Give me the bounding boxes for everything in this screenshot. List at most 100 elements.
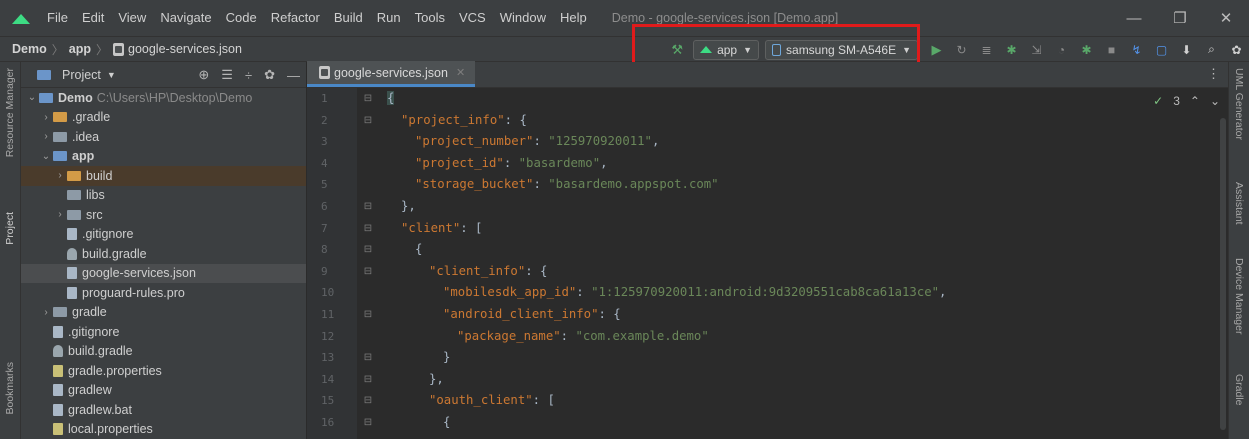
menu-view[interactable]: View: [111, 0, 153, 36]
bookmarks-tab[interactable]: Bookmarks: [4, 362, 16, 415]
text-file-icon: [67, 286, 77, 299]
menu-build[interactable]: Build: [327, 0, 370, 36]
line-number: 13: [321, 351, 335, 365]
uml-generator-tab[interactable]: UML Generator: [1233, 68, 1245, 140]
search-icon[interactable]: ⌕: [1199, 37, 1224, 62]
breadcrumb-module[interactable]: app: [69, 42, 91, 56]
tree-item-app[interactable]: ⌄ app: [21, 147, 306, 167]
tree-item-libs[interactable]: libs: [21, 186, 306, 206]
json-file-icon: [319, 66, 330, 79]
tree-item-gradlew[interactable]: gradlew: [21, 381, 306, 401]
device-manager-icon[interactable]: ▢: [1149, 37, 1174, 62]
line-number: 12: [321, 329, 335, 343]
close-button[interactable]: ✕: [1203, 0, 1249, 36]
locate-file-icon[interactable]: ⊕: [198, 67, 209, 83]
json-file-icon: [67, 267, 77, 280]
fold-marker-icon[interactable]: ⊟: [357, 390, 379, 412]
breadcrumb-project[interactable]: Demo: [12, 42, 47, 56]
tree-item-local-properties[interactable]: local.properties: [21, 420, 306, 439]
project-view-select[interactable]: Project: [62, 68, 101, 82]
settings-gear-icon[interactable]: ✿: [1224, 37, 1249, 62]
tree-item-demo[interactable]: ⌄ Demo C:\Users\HP\Desktop\Demo: [21, 88, 306, 108]
module-folder-icon: [39, 92, 53, 103]
fold-marker-icon[interactable]: ⊟: [357, 88, 379, 110]
sync-gradle-icon[interactable]: ↯: [1124, 37, 1149, 62]
collapse-all-icon[interactable]: ÷: [245, 68, 252, 83]
breadcrumb-file[interactable]: google-services.json: [113, 42, 242, 56]
chevron-down-icon[interactable]: ▼: [107, 70, 116, 80]
line-number: 2: [321, 113, 328, 127]
json-value: "com.example.demo": [575, 328, 709, 343]
code-punct: : [: [460, 220, 483, 235]
fold-marker-icon[interactable]: ⊟: [357, 261, 379, 283]
menu-tools[interactable]: Tools: [408, 0, 452, 36]
hide-panel-icon[interactable]: —: [287, 68, 300, 83]
tree-item-gitignore[interactable]: .gitignore: [21, 225, 306, 245]
tree-item-proguard-rules[interactable]: proguard-rules.pro: [21, 283, 306, 303]
stop-icon[interactable]: ■: [1099, 37, 1124, 62]
tree-item-build-gradle-root[interactable]: build.gradle: [21, 342, 306, 362]
attach-profiler-icon[interactable]: ✱: [1074, 37, 1099, 62]
gitignore-file-icon: [67, 228, 77, 241]
device-manager-tab[interactable]: Device Manager: [1233, 258, 1245, 334]
apply-changes-icon[interactable]: ↻: [949, 37, 974, 62]
minimize-button[interactable]: —: [1111, 0, 1157, 36]
fold-marker-icon[interactable]: ⊟: [357, 218, 379, 240]
menu-vcs[interactable]: VCS: [452, 0, 493, 36]
more-tabs-icon[interactable]: ⋮: [1207, 66, 1220, 82]
fold-marker-icon[interactable]: ⊟: [357, 304, 379, 326]
menu-refactor[interactable]: Refactor: [264, 0, 327, 36]
tree-item-label: .gitignore: [82, 227, 134, 242]
tree-item-build-gradle[interactable]: build.gradle: [21, 244, 306, 264]
tree-item-src[interactable]: › src: [21, 205, 306, 225]
fold-marker-icon[interactable]: ⊟: [357, 369, 379, 391]
code-line: {: [387, 412, 1228, 434]
fold-marker-icon[interactable]: ⊟: [357, 110, 379, 132]
left-tool-strip: Resource Manager Project Bookmarks: [0, 62, 21, 439]
restore-button[interactable]: ❐: [1157, 0, 1203, 36]
tree-item-gradle[interactable]: › gradle: [21, 303, 306, 323]
run-icon[interactable]: ▶: [924, 37, 949, 62]
tree-item-gradlew-bat[interactable]: gradlew.bat: [21, 400, 306, 420]
expand-all-icon[interactable]: ☰: [221, 67, 233, 83]
fold-marker-icon[interactable]: ⊟: [357, 239, 379, 261]
tree-item-label: .gitignore: [68, 324, 120, 339]
breadcrumb-file-label: google-services.json: [128, 42, 242, 56]
json-file-icon: [113, 42, 124, 56]
tab-google-services-json[interactable]: google-services.json ✕: [307, 61, 476, 87]
resource-manager-tab[interactable]: Resource Manager: [4, 68, 16, 157]
sdk-manager-icon[interactable]: ⬇: [1174, 37, 1199, 62]
json-key: "package_name": [457, 328, 561, 343]
tree-item-dot-gradle[interactable]: › .gradle: [21, 108, 306, 128]
fold-marker-icon[interactable]: ⊟: [357, 347, 379, 369]
menu-file[interactable]: File: [40, 0, 75, 36]
editor-scrollbar[interactable]: [1220, 118, 1226, 430]
tree-item-google-services-json[interactable]: google-services.json: [21, 263, 306, 283]
menu-run[interactable]: Run: [370, 0, 408, 36]
tree-item-build[interactable]: › build: [21, 166, 306, 186]
tree-item-gradle-properties[interactable]: gradle.properties: [21, 361, 306, 381]
menu-help[interactable]: Help: [553, 0, 594, 36]
menu-window[interactable]: Window: [493, 0, 553, 36]
tree-item-idea[interactable]: › .idea: [21, 127, 306, 147]
fold-marker-icon[interactable]: ⊟: [357, 196, 379, 218]
project-panel-header: Project ▼ ⊕ ☰ ÷ ✿ —: [21, 62, 306, 88]
debug-icon[interactable]: ✱: [999, 37, 1024, 62]
fold-marker-icon[interactable]: ⊟: [357, 412, 379, 434]
code-area[interactable]: { "project_info": { "project_number": "1…: [387, 88, 1228, 439]
profile-icon[interactable]: ◔: [1049, 37, 1074, 62]
gradle-tab[interactable]: Gradle: [1233, 374, 1245, 406]
menu-edit[interactable]: Edit: [75, 0, 111, 36]
code-line: }: [387, 347, 1228, 369]
attach-debugger-icon[interactable]: ⇲: [1024, 37, 1049, 62]
menu-code[interactable]: Code: [219, 0, 264, 36]
assistant-tab[interactable]: Assistant: [1233, 182, 1245, 225]
project-tool-tab[interactable]: Project: [4, 212, 16, 245]
code-punct: :: [560, 328, 576, 343]
properties-file-icon: [53, 423, 63, 436]
menu-navigate[interactable]: Navigate: [153, 0, 218, 36]
close-tab-icon[interactable]: ✕: [456, 66, 465, 79]
gear-icon[interactable]: ✿: [264, 67, 275, 83]
apply-code-changes-icon[interactable]: ≣: [974, 37, 999, 62]
tree-item-gitignore-root[interactable]: .gitignore: [21, 322, 306, 342]
